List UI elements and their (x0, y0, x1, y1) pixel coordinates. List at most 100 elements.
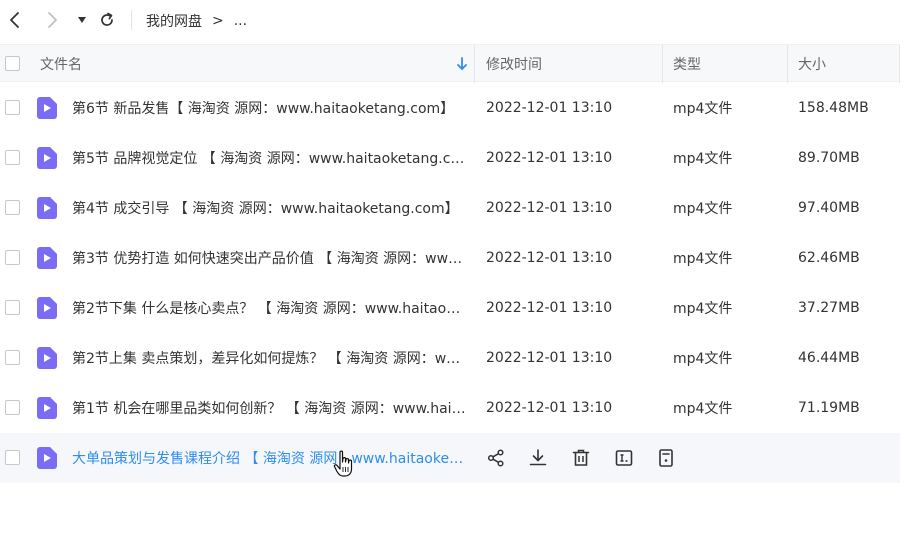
video-file-icon (37, 197, 57, 219)
rename-icon (615, 450, 633, 466)
more-button[interactable] (656, 448, 676, 468)
refresh-icon (101, 12, 113, 26)
file-name[interactable]: 第5节 品牌视觉定位 【 海淘资 源网：www.haitaoketang.com… (72, 133, 467, 183)
file-name[interactable]: 第3节 优势打造 如何快速突出产品价值 【 海淘资 源网：www.haitaok… (72, 233, 467, 283)
breadcrumb-root[interactable]: 我的网盘 (146, 11, 202, 31)
trash-icon (572, 449, 590, 466)
file-size: 62.46MB (798, 250, 860, 266)
file-name-text: 第6节 新品发售【 海淘资 源网：www.haitaoketang.com】 (72, 101, 455, 117)
caret-down-icon (78, 17, 86, 23)
table-row-hovered[interactable]: 大单品策划与发售课程介绍 【 海淘资 源网：www.haitaoketang.c… (0, 433, 900, 483)
video-file-icon (37, 97, 57, 119)
row-checkbox[interactable] (5, 150, 20, 165)
rename-button[interactable] (614, 448, 634, 468)
file-mtime: 2022-12-01 13:10 (486, 300, 613, 316)
table-header: 文件名 修改时间 类型 大小 (0, 44, 900, 83)
more-icon (659, 449, 673, 467)
file-mtime: 2022-12-01 13:10 (486, 200, 613, 216)
video-file-icon (37, 347, 57, 369)
share-icon (487, 449, 504, 467)
back-button[interactable] (4, 9, 26, 31)
file-name[interactable]: 大单品策划与发售课程介绍 【 海淘资 源网：www.haitaoketang.c… (72, 433, 467, 483)
file-size: 97.40MB (798, 200, 860, 216)
column-header-size[interactable]: 大小 (798, 45, 826, 83)
row-checkbox[interactable] (5, 100, 20, 115)
file-name[interactable]: 第4节 成交引导 【 海淘资 源网：www.haitaoketang.com】 (72, 183, 467, 233)
history-dropdown-button[interactable] (71, 9, 93, 31)
file-name-text: 第2节下集 什么是核心卖点？ 【 海淘资 源网：www.haitaoketang… (72, 301, 467, 317)
download-icon (529, 449, 547, 466)
file-mtime: 2022-12-01 13:10 (486, 350, 613, 366)
file-name[interactable]: 第6节 新品发售【 海淘资 源网：www.haitaoketang.com】 (72, 83, 467, 133)
file-type: mp4文件 (673, 251, 733, 267)
column-header-type[interactable]: 类型 (673, 45, 701, 83)
file-name-text: 第1节 机会在哪里品类如何创新？ 【 海淘资 源网：www.haitaoketa… (72, 401, 467, 417)
file-name[interactable]: 第2节上集 卖点策划，差异化如何提炼？ 【 海淘资 源网：www.haitaok… (72, 333, 467, 383)
column-header-size-label: 大小 (798, 57, 826, 73)
video-file-icon (37, 447, 57, 469)
file-size: 89.70MB (798, 150, 860, 166)
file-name-text: 第3节 优势打造 如何快速突出产品价值 【 海淘资 源网：www.haitaok… (72, 251, 467, 267)
row-checkbox[interactable] (5, 200, 20, 215)
file-type: mp4文件 (673, 301, 733, 317)
row-checkbox[interactable] (5, 250, 20, 265)
file-mtime: 2022-12-01 13:10 (486, 100, 613, 116)
file-type: mp4文件 (673, 201, 733, 217)
column-header-name[interactable]: 文件名 (40, 45, 82, 83)
file-name-text: 第5节 品牌视觉定位 【 海淘资 源网：www.haitaoketang.com… (72, 151, 467, 167)
select-all-checkbox[interactable] (5, 56, 20, 71)
column-divider[interactable] (662, 45, 663, 83)
column-divider[interactable] (787, 45, 788, 83)
table-row[interactable]: 第4节 成交引导 【 海淘资 源网：www.haitaoketang.com】 … (0, 183, 900, 233)
file-mtime: 2022-12-01 13:10 (486, 150, 613, 166)
table-row[interactable]: 第1节 机会在哪里品类如何创新？ 【 海淘资 源网：www.haitaoketa… (0, 383, 900, 433)
table-row[interactable]: 第3节 优势打造 如何快速突出产品价值 【 海淘资 源网：www.haitaok… (0, 233, 900, 283)
row-checkbox[interactable] (5, 350, 20, 365)
file-size: 37.27MB (798, 300, 860, 316)
file-type: mp4文件 (673, 101, 733, 117)
file-type: mp4文件 (673, 151, 733, 167)
file-size: 158.48MB (798, 100, 869, 116)
toolbar-divider (131, 10, 132, 30)
breadcrumb-separator: > (212, 13, 224, 29)
file-mtime: 2022-12-01 13:10 (486, 400, 613, 416)
breadcrumb-ellipsis[interactable]: ... (234, 13, 247, 29)
table-row[interactable]: 第5节 品牌视觉定位 【 海淘资 源网：www.haitaoketang.com… (0, 133, 900, 183)
table-row[interactable]: 第2节上集 卖点策划，差异化如何提炼？ 【 海淘资 源网：www.haitaok… (0, 333, 900, 383)
table-row[interactable]: 第2节下集 什么是核心卖点？ 【 海淘资 源网：www.haitaoketang… (0, 283, 900, 333)
video-file-icon (37, 147, 57, 169)
toolbar: 我的网盘 > ... (0, 0, 907, 42)
column-header-mtime[interactable]: 修改时间 (486, 45, 542, 83)
video-file-icon (37, 297, 57, 319)
column-header-type-label: 类型 (673, 57, 701, 73)
table-row[interactable]: 第6节 新品发售【 海淘资 源网：www.haitaoketang.com】 2… (0, 83, 900, 133)
video-file-icon (37, 397, 57, 419)
file-mtime: 2022-12-01 13:10 (486, 250, 613, 266)
breadcrumb: 我的网盘 > ... (146, 11, 247, 31)
arrow-down-icon[interactable] (456, 57, 468, 71)
file-name-text: 第4节 成交引导 【 海淘资 源网：www.haitaoketang.com】 (72, 201, 459, 217)
file-size: 71.19MB (798, 400, 860, 416)
delete-button[interactable] (571, 448, 591, 468)
file-name-text: 大单品策划与发售课程介绍 【 海淘资 源网：www.haitaoketang.c… (72, 451, 467, 467)
file-size: 46.44MB (798, 350, 860, 366)
row-checkbox[interactable] (5, 400, 20, 415)
refresh-button[interactable] (96, 9, 118, 31)
video-file-icon (37, 247, 57, 269)
column-divider (899, 45, 900, 83)
file-name[interactable]: 第2节下集 什么是核心卖点？ 【 海淘资 源网：www.haitaoketang… (72, 283, 467, 333)
file-name-text: 第2节上集 卖点策划，差异化如何提炼？ 【 海淘资 源网：www.haitaok… (72, 351, 467, 367)
column-header-mtime-label: 修改时间 (486, 57, 542, 73)
file-type: mp4文件 (673, 401, 733, 417)
row-checkbox[interactable] (5, 300, 20, 315)
chevron-left-icon (10, 12, 19, 28)
file-name[interactable]: 第1节 机会在哪里品类如何创新？ 【 海淘资 源网：www.haitaoketa… (72, 383, 467, 433)
download-button[interactable] (528, 448, 548, 468)
forward-button[interactable] (41, 9, 63, 31)
chevron-right-icon (48, 12, 57, 28)
share-button[interactable] (486, 448, 506, 468)
column-divider[interactable] (474, 45, 475, 83)
column-header-name-label: 文件名 (40, 57, 82, 73)
row-checkbox[interactable] (5, 450, 20, 465)
file-type: mp4文件 (673, 351, 733, 367)
